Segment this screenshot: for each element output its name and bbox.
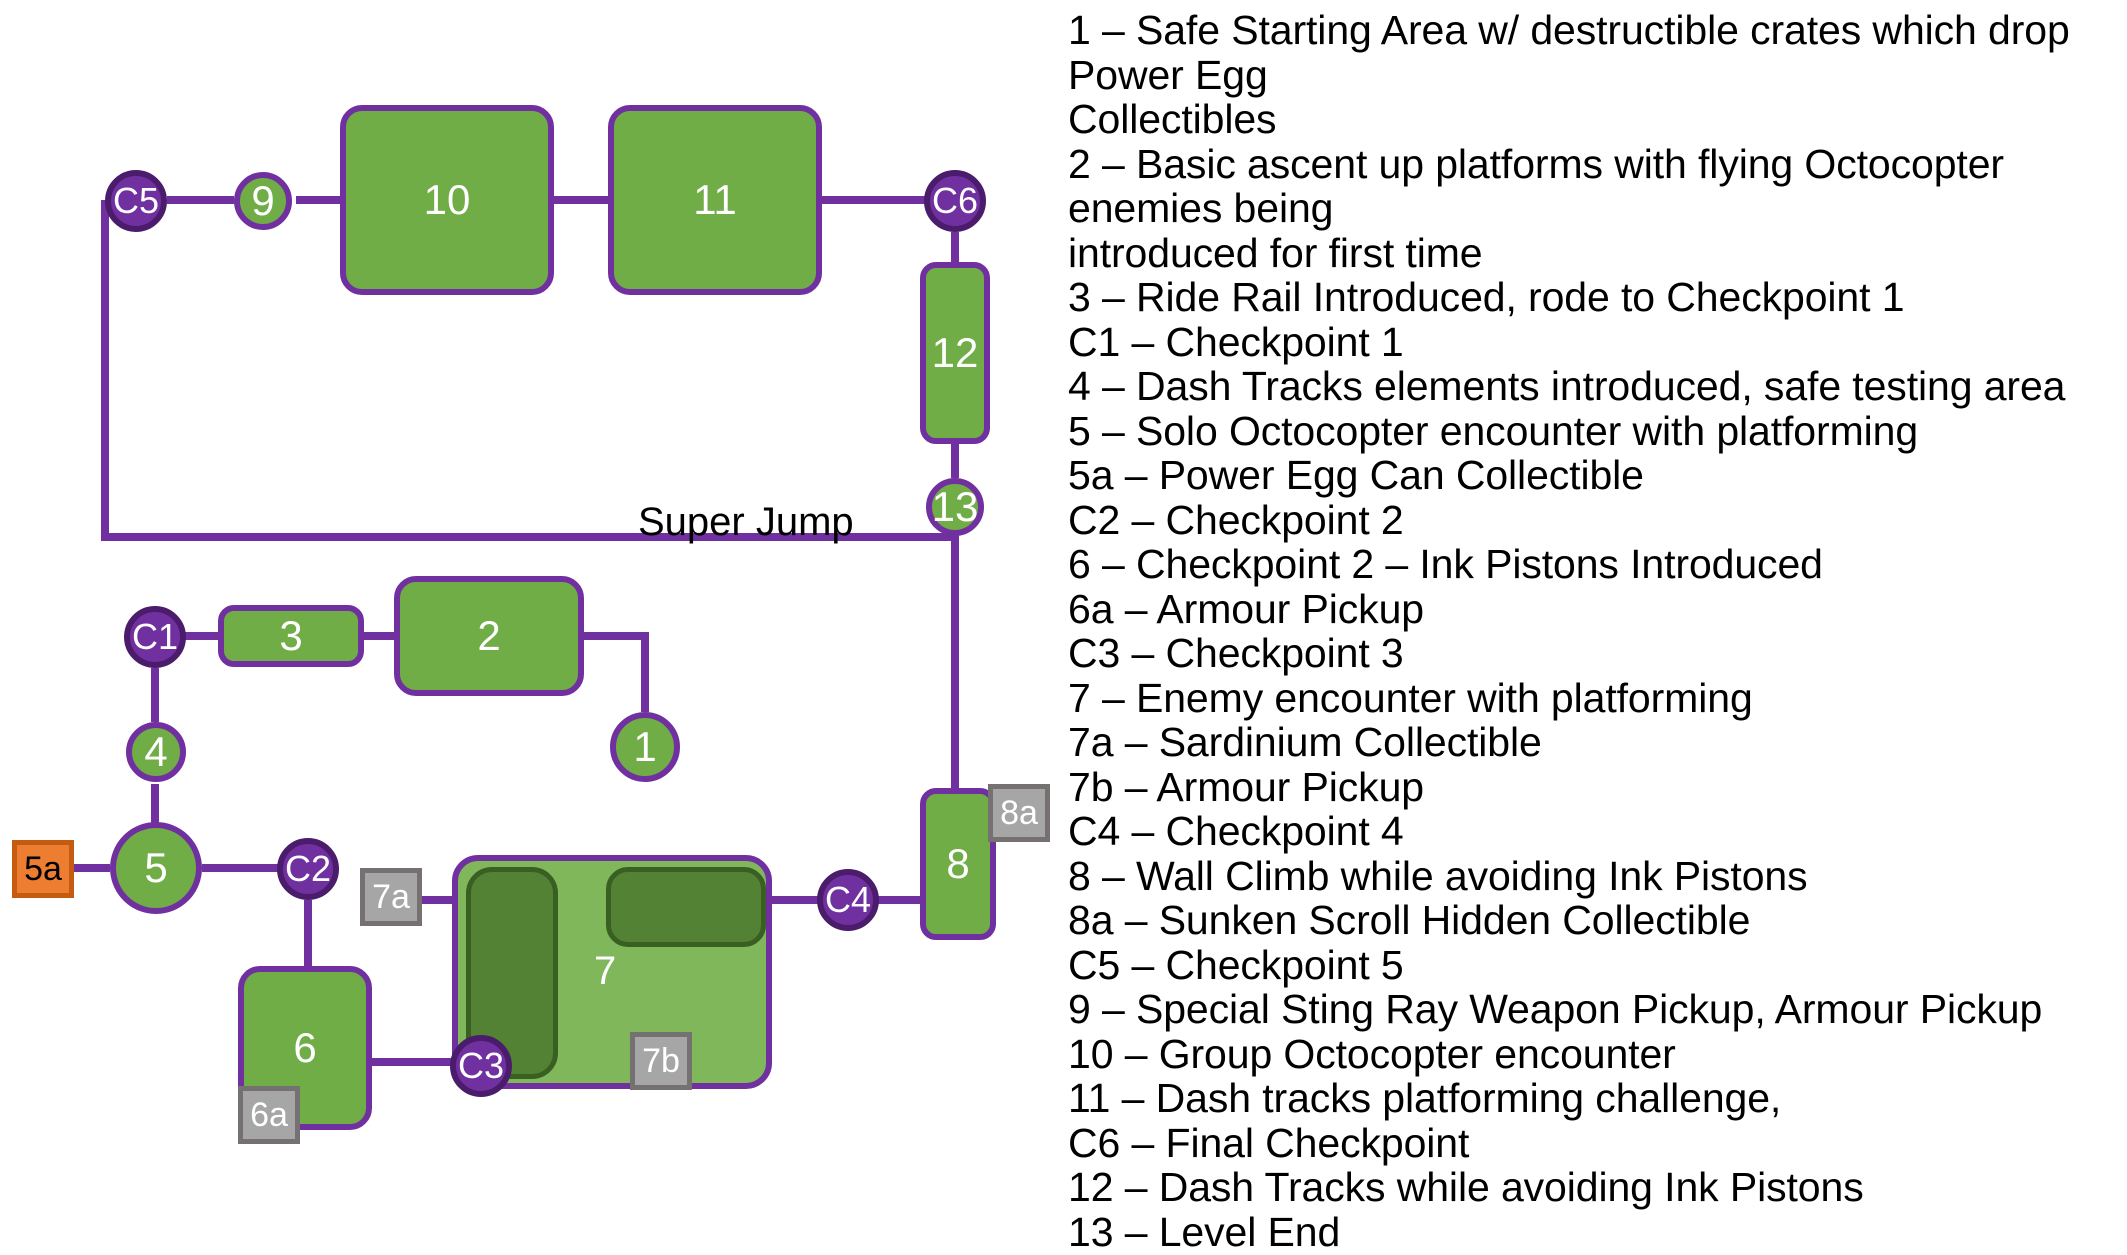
node-beat-9[interactable]: 9: [234, 172, 292, 230]
legend-line: 5a – Power Egg Can Collectible: [1068, 452, 1644, 498]
node-label: 11: [693, 176, 737, 223]
legend-line: 6a – Armour Pickup: [1068, 585, 1424, 632]
node-area-11[interactable]: 11: [608, 105, 822, 295]
node-label: 9: [251, 177, 275, 224]
legend-line: 7 – Enemy encounter with platforming: [1068, 674, 1753, 721]
legend-panel: 1 – Safe Starting Area w/ destructible c…: [1068, 8, 2118, 1254]
node-label: 5a: [24, 850, 62, 888]
level-flow-diagram-page: C5 9 10 11 C6 12 13 Super Jump C1 3 2 1 …: [0, 0, 2127, 1254]
node-label: 8a: [1000, 794, 1038, 832]
legend-line: 13 – Level End: [1068, 1208, 1341, 1255]
legend-line: 2 – Basic ascent up platforms with flyin…: [1068, 140, 2004, 231]
edge-label-super-jump: Super Jump: [638, 500, 854, 544]
node-label: C3: [457, 1045, 505, 1086]
legend-line: C4 – Checkpoint 4: [1068, 808, 1404, 854]
legend-line: 4 – Dash Tracks elements introduced, saf…: [1068, 363, 2066, 409]
legend-line: 8 – Wall Climb while avoiding Ink Piston…: [1068, 852, 1808, 899]
node-checkpoint-c5[interactable]: C5: [105, 170, 167, 232]
node-pickup-6a[interactable]: 6a: [238, 1086, 300, 1144]
node-label: 7: [594, 949, 617, 993]
node-label: 8: [946, 840, 970, 887]
node-beat-5[interactable]: 5: [110, 822, 202, 914]
node-checkpoint-c1[interactable]: C1: [124, 606, 186, 668]
node-pickup-7a[interactable]: 7a: [360, 868, 422, 926]
node-label: 1: [633, 723, 657, 770]
legend-line: C5 – Checkpoint 5: [1068, 941, 1404, 988]
legend-line: 8a – Sunken Scroll Hidden Collectible: [1068, 897, 1751, 943]
node-beat-1[interactable]: 1: [610, 712, 680, 782]
legend-line: C3 – Checkpoint 3: [1068, 630, 1404, 676]
legend-line: 10 – Group Octocopter encounter: [1068, 1030, 1676, 1077]
legend-line: C2 – Checkpoint 2: [1068, 496, 1404, 543]
node-checkpoint-c4[interactable]: C4: [817, 869, 879, 931]
node-pickup-7b[interactable]: 7b: [630, 1032, 692, 1090]
node-label: 7a: [372, 878, 410, 916]
node-label: 13: [931, 483, 979, 530]
node-label: C6: [931, 180, 979, 221]
area7-subregion-top: [606, 867, 766, 947]
node-label: C2: [284, 848, 332, 889]
legend-line: 11 – Dash tracks platforming challenge,: [1068, 1075, 1782, 1121]
legend-line: 6 – Checkpoint 2 – Ink Pistons Introduce…: [1068, 541, 1823, 587]
node-checkpoint-c3[interactable]: C3: [450, 1035, 512, 1097]
node-beat-13[interactable]: 13: [926, 478, 984, 536]
legend-line: Collectibles: [1068, 96, 1277, 142]
node-collectible-5a[interactable]: 5a: [12, 840, 74, 898]
legend-line: C1 – Checkpoint 1: [1068, 318, 1404, 365]
node-label: C5: [112, 180, 160, 221]
node-area-3[interactable]: 3: [218, 605, 364, 667]
node-beat-4[interactable]: 4: [126, 722, 186, 782]
node-checkpoint-c6[interactable]: C6: [924, 170, 986, 232]
edge-2-1: [584, 632, 649, 712]
node-label: 7b: [642, 1042, 680, 1080]
node-label: 4: [144, 728, 168, 775]
node-area-10[interactable]: 10: [340, 105, 554, 295]
node-label: 3: [279, 612, 303, 659]
legend-line: 1 – Safe Starting Area w/ destructible c…: [1068, 7, 2070, 98]
legend-line: 7a – Sardinium Collectible: [1068, 719, 1542, 765]
legend-line: introduced for first time: [1068, 229, 1483, 276]
node-checkpoint-c2[interactable]: C2: [277, 838, 339, 900]
legend-line: 3 – Ride Rail Introduced, rode to Checkp…: [1068, 274, 1905, 320]
node-area-8[interactable]: 8: [920, 788, 996, 940]
node-label: 12: [931, 329, 979, 376]
level-flow-diagram: C5 9 10 11 C6 12 13 Super Jump C1 3 2 1 …: [0, 0, 1060, 1207]
node-label: 6: [293, 1024, 317, 1071]
legend-line: C6 – Final Checkpoint: [1068, 1119, 1470, 1166]
node-area-12[interactable]: 12: [920, 262, 990, 444]
node-area-2[interactable]: 2: [394, 576, 584, 696]
legend-line: 7b – Armour Pickup: [1068, 763, 1424, 810]
node-label: C1: [131, 616, 179, 657]
node-label: 6a: [250, 1096, 288, 1134]
node-label: 5: [144, 844, 168, 891]
legend-line: 9 – Special Sting Ray Weapon Pickup, Arm…: [1068, 986, 2043, 1032]
node-label: C4: [824, 879, 872, 920]
node-label: 2: [477, 612, 501, 659]
legend-line: 5 – Solo Octocopter encounter with platf…: [1068, 407, 1919, 454]
node-label: 10: [423, 176, 471, 223]
legend-line: 12 – Dash Tracks while avoiding Ink Pist…: [1068, 1164, 1864, 1210]
node-pickup-8a[interactable]: 8a: [988, 784, 1050, 842]
